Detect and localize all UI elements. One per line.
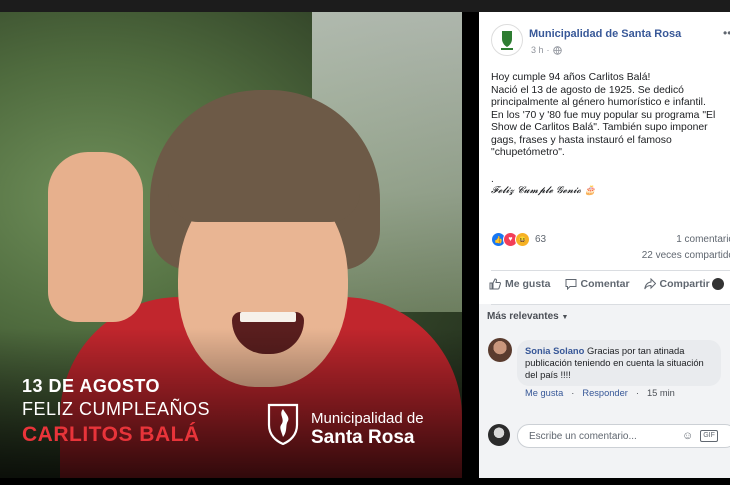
post-text-line: Hoy cumple 94 años Carlitos Balá! (491, 72, 651, 83)
shield-logo-icon (501, 31, 513, 50)
comment-icon (565, 279, 577, 290)
commenter-name[interactable]: Sonia Solano (525, 345, 584, 356)
reactions-summary[interactable]: 👍 ♥ 😆 63 (491, 232, 546, 247)
post-text: Hoy cumple 94 años Carlitos Balá! Nació … (491, 72, 727, 160)
photo-teeth (240, 312, 296, 322)
post-text-line: principalmente al género humorístico e i… (491, 97, 706, 108)
page-avatar[interactable] (491, 24, 523, 56)
photo-bangs (168, 162, 360, 222)
comment-input[interactable] (527, 430, 671, 443)
comments-count-link[interactable]: 1 comentario (676, 234, 730, 245)
meta-separator: · (546, 45, 550, 55)
municipality-logo (267, 403, 299, 445)
thumbs-up-icon (489, 278, 501, 290)
haha-reaction-icon: 😆 (515, 232, 530, 247)
gif-icon[interactable]: GIF (700, 430, 718, 442)
comment-button-label: Comentar (580, 278, 630, 290)
comment-like-link[interactable]: Me gusta (525, 388, 563, 398)
divider (491, 270, 730, 271)
more-options-icon[interactable]: ••• (723, 26, 730, 40)
caption-name: CARLITOS BALÁ (22, 423, 200, 446)
separator: · (635, 388, 639, 398)
comment-button[interactable]: Comentar (565, 278, 630, 290)
divider (491, 304, 730, 305)
like-button[interactable]: Me gusta (489, 278, 551, 290)
reactions-count: 63 (535, 234, 547, 245)
brand-line-2: Santa Rosa (311, 427, 415, 448)
shares-count-link[interactable]: 22 veces compartido (642, 250, 730, 261)
brand-line-1: Municipalidad de (311, 410, 424, 427)
commenter-avatar[interactable] (488, 338, 512, 362)
emoji-icon[interactable]: ☺ (682, 430, 693, 442)
comment-input-box[interactable]: ☺ GIF (517, 424, 730, 448)
like-button-label: Me gusta (505, 278, 551, 290)
post-text-line: gags, frases y hasta instauró el famoso (491, 134, 672, 146)
share-button-label: Compartir (659, 278, 710, 290)
comment-bubble: Sonia Solano Gracias por tan atinada pub… (517, 340, 721, 386)
comment-sort-label: Más relevantes (487, 311, 559, 322)
post-dot: . (491, 174, 494, 185)
comment-time[interactable]: 15 min (647, 388, 675, 398)
page-name-link[interactable]: Municipalidad de Santa Rosa (529, 28, 681, 40)
photo-hand (48, 152, 143, 322)
separator: · (571, 388, 575, 398)
caption-date: 13 DE AGOSTO (22, 376, 161, 396)
post-time[interactable]: 3 h (531, 45, 544, 55)
share-as-avatar[interactable] (712, 278, 724, 290)
post-actions: Me gusta Comentar Compartir (489, 278, 710, 290)
post-text-line: Show de Carlitos Balá". También supo imp… (491, 122, 708, 133)
caret-down-icon: ▼ (561, 314, 569, 321)
comment-actions: Me gusta · Responder · 15 min (525, 388, 675, 398)
post-script-line: 𝓕𝓮𝓵𝓲𝔃 𝓒𝓾𝓶𝓹𝓵𝓮 𝓖𝓮𝓷𝓲𝓸 🎂 (491, 185, 596, 196)
post-panel: Municipalidad de Santa Rosa 3 h · ••• Ho… (479, 12, 730, 478)
share-button[interactable]: Compartir (643, 278, 710, 290)
comment-input-buttons: ☺ GIF (682, 430, 718, 442)
post-text-line: En los '70 y '80 fue muy popular su prog… (491, 109, 716, 121)
window-top-strip (0, 0, 730, 12)
comment-reply-link[interactable]: Responder (582, 388, 627, 398)
post-text-line: Nació el 13 de agosto de 1925. Se dedicó (491, 84, 684, 96)
current-user-avatar[interactable] (488, 424, 510, 446)
comment-sort-dropdown[interactable]: Más relevantes ▼ (487, 311, 568, 322)
caption-greeting: FELIZ CUMPLEAÑOS (22, 399, 211, 419)
post-text-line: "chupetómetro". (491, 147, 565, 158)
globe-icon (552, 45, 562, 55)
post-meta: 3 h · (531, 45, 562, 55)
share-icon (643, 278, 656, 290)
